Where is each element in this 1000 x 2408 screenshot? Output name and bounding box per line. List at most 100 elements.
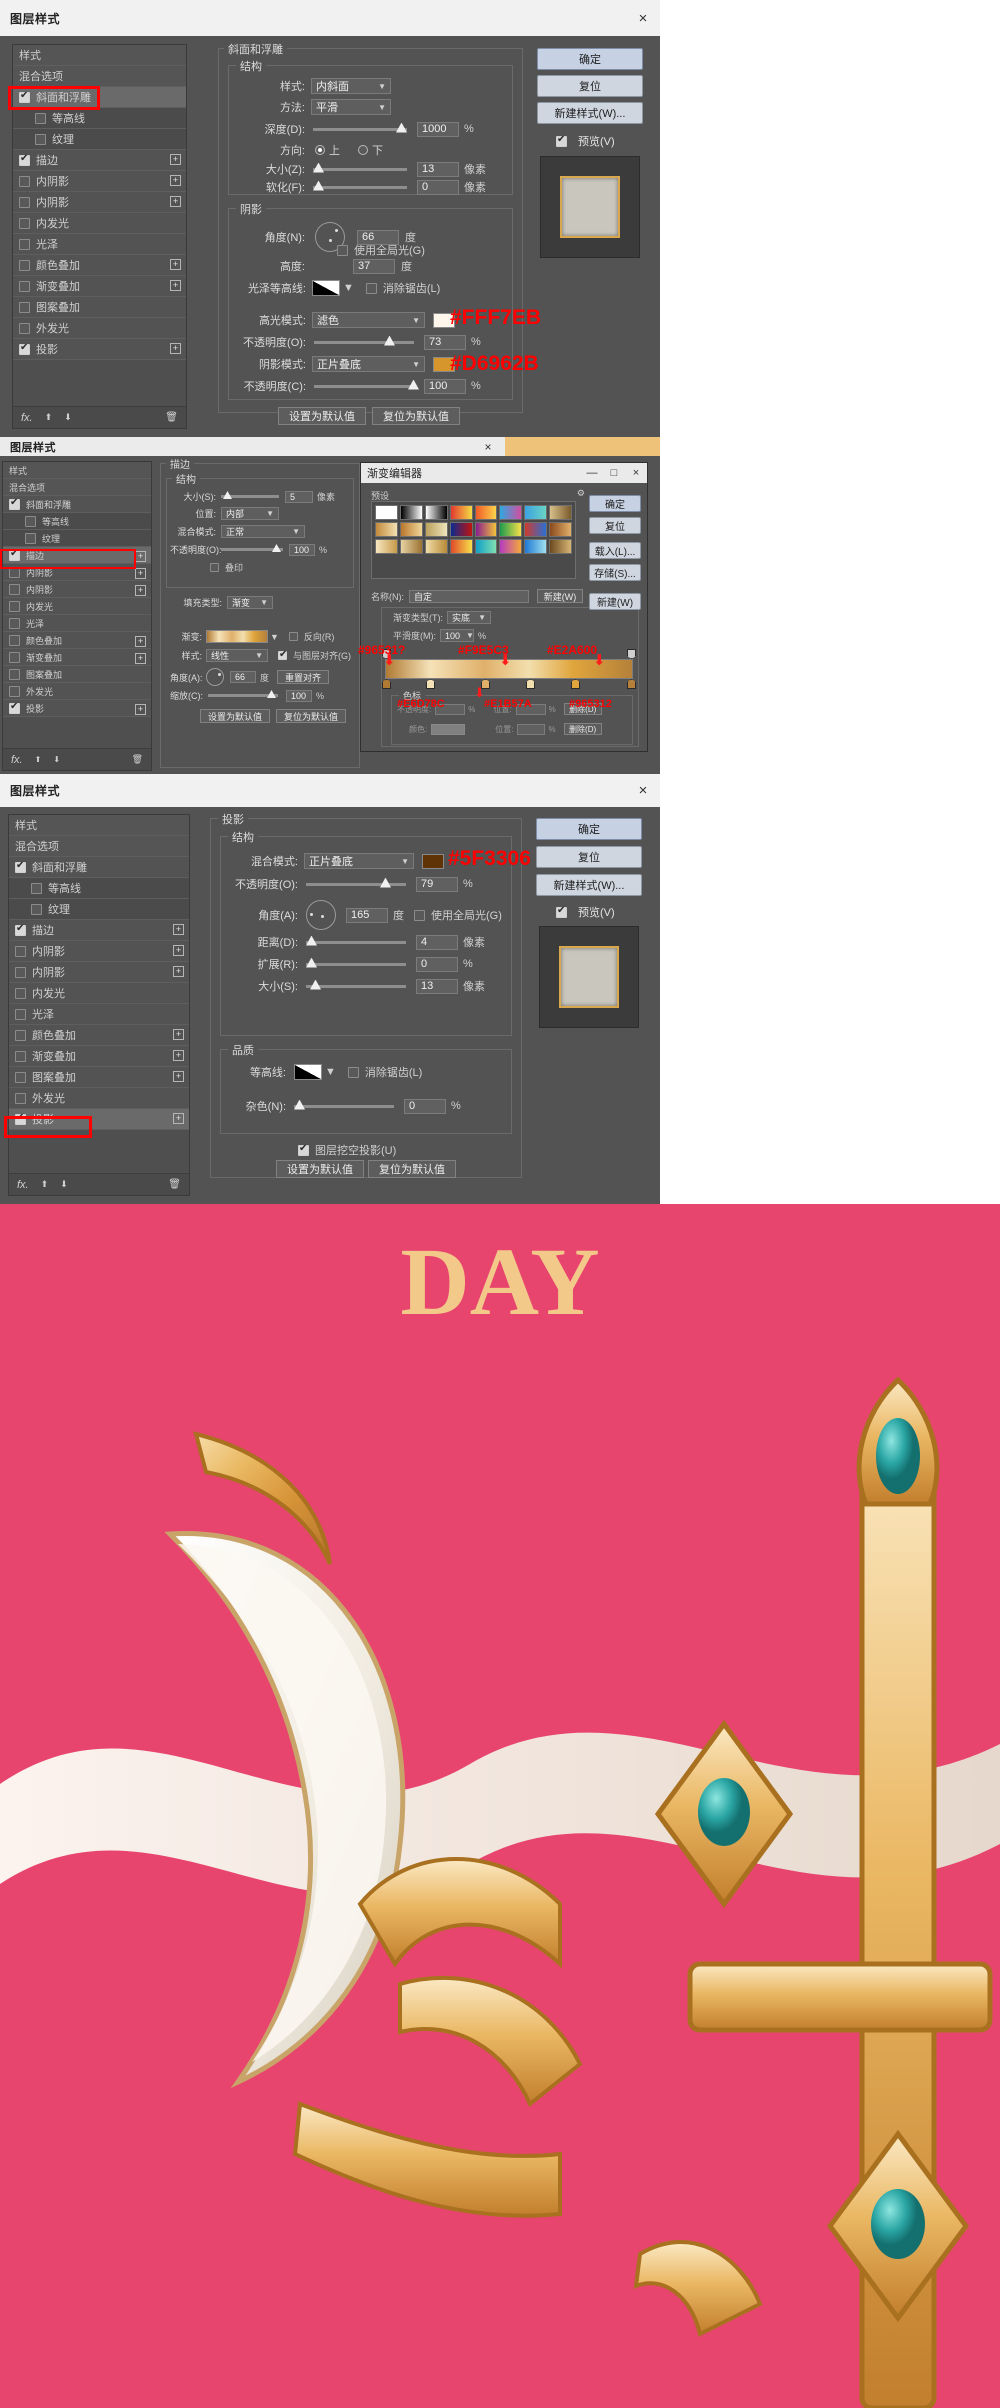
style-enable-checkbox[interactable] — [19, 238, 30, 250]
style-enable-checkbox[interactable] — [9, 701, 20, 714]
ok-button[interactable]: 确定 — [536, 818, 642, 840]
color-stop[interactable] — [382, 679, 391, 689]
style-list-item[interactable]: 光泽 — [3, 615, 151, 632]
chevron-down-icon[interactable]: ▼ — [270, 632, 279, 642]
style-list-item[interactable]: 斜面和浮雕 — [13, 87, 186, 108]
ok-button[interactable]: 确定 — [537, 48, 643, 70]
style-enable-checkbox[interactable] — [15, 945, 26, 957]
depth-value[interactable]: 1000 — [417, 121, 459, 137]
minimize-icon[interactable]: — — [581, 467, 603, 479]
stroke-size-slider[interactable] — [221, 491, 279, 499]
gradient-reset-button[interactable]: 复位 — [589, 517, 641, 534]
fx-icon[interactable]: fx. — [11, 754, 23, 766]
style-enable-checkbox[interactable] — [15, 1050, 26, 1062]
preview-checkbox-row[interactable]: 预览(V) — [556, 133, 615, 149]
ds-global-light-checkbox[interactable] — [414, 909, 425, 921]
style-enable-checkbox[interactable] — [19, 90, 30, 103]
move-up-icon[interactable]: ⬆ — [45, 412, 53, 423]
gradient-preview[interactable] — [206, 630, 268, 643]
style-list-item[interactable]: 样式 — [13, 45, 186, 66]
preview-checkbox[interactable] — [556, 905, 567, 918]
stroke-blend-select[interactable]: 正常 ▼ — [221, 525, 305, 538]
preview-checkbox[interactable] — [556, 134, 567, 147]
close-icon[interactable]: × — [625, 467, 647, 479]
stroke-position-select[interactable]: 内部 ▼ — [221, 507, 279, 520]
gradient-preset-swatch[interactable] — [549, 539, 572, 554]
style-enable-checkbox[interactable] — [15, 966, 26, 978]
new-preset-button[interactable]: 新建(W) — [537, 589, 583, 603]
highlight-opacity-value[interactable]: 73 — [424, 334, 466, 350]
style-list-item[interactable]: 渐变叠加 + — [13, 276, 186, 297]
style-list-item[interactable]: 内发光 — [13, 213, 186, 234]
size-slider[interactable] — [313, 162, 407, 173]
style-list-item[interactable]: 样式 — [9, 815, 189, 836]
add-effect-icon[interactable]: + — [173, 966, 184, 977]
reset-button[interactable]: 复位 — [536, 846, 642, 868]
soften-value[interactable]: 0 — [417, 179, 459, 195]
style-enable-checkbox[interactable] — [19, 196, 30, 208]
style-enable-checkbox[interactable] — [9, 583, 20, 595]
style-enable-checkbox[interactable] — [19, 322, 30, 334]
gloss-contour-preview[interactable] — [312, 280, 340, 296]
global-light-checkbox[interactable] — [337, 244, 348, 256]
shadow-mode-select[interactable]: 正片叠底 ▼ — [312, 356, 425, 372]
add-effect-icon[interactable]: + — [170, 154, 181, 165]
style-list-item[interactable]: 等高线 — [9, 878, 189, 899]
close-icon[interactable]: × — [471, 437, 505, 456]
highlight-mode-select[interactable]: 滤色 ▼ — [312, 312, 425, 328]
antialias-checkbox[interactable] — [365, 282, 377, 294]
add-effect-icon[interactable]: + — [173, 945, 184, 956]
fx-icon[interactable]: fx. — [17, 1179, 29, 1191]
gradient-preset-swatch[interactable] — [524, 505, 548, 520]
add-effect-icon[interactable]: + — [135, 653, 146, 664]
style-list-item[interactable]: 外发光 — [13, 318, 186, 339]
add-effect-icon[interactable]: + — [170, 175, 181, 186]
style-list-item[interactable]: 纹理 — [9, 899, 189, 920]
ds-angle-value[interactable]: 165 — [346, 907, 388, 923]
size-value[interactable]: 13 — [417, 161, 459, 177]
add-effect-icon[interactable]: + — [173, 1071, 184, 1082]
gradient-name-input[interactable]: 自定 — [409, 589, 529, 603]
close-icon[interactable]: × — [626, 0, 660, 36]
reverse-checkbox[interactable] — [288, 632, 298, 641]
style-list-item[interactable]: 颜色叠加 + — [13, 255, 186, 276]
ds-distance-value[interactable]: 4 — [416, 934, 458, 950]
style-enable-checkbox[interactable] — [35, 133, 46, 145]
altitude-value[interactable]: 37 — [353, 258, 395, 274]
color-stop[interactable] — [571, 679, 580, 689]
style-list-item[interactable]: 样式 — [3, 462, 151, 479]
style-enable-checkbox[interactable] — [9, 548, 20, 561]
style-list-item[interactable]: 等高线 — [13, 108, 186, 129]
style-enable-checkbox[interactable] — [19, 217, 30, 229]
gradient-preset-swatch[interactable] — [549, 522, 572, 537]
style-list-item[interactable]: 描边 + — [3, 547, 151, 564]
gradient-preset-swatch[interactable] — [424, 522, 448, 537]
close-icon[interactable]: × — [626, 774, 660, 807]
gradient-save-button[interactable]: 存储(S)... — [589, 564, 641, 581]
add-effect-icon[interactable]: + — [173, 1029, 184, 1040]
gradient-preset-swatch[interactable] — [399, 505, 423, 520]
style-list-item[interactable]: 纹理 — [13, 129, 186, 150]
style-enable-checkbox[interactable] — [9, 685, 20, 697]
gradient-preset-swatch[interactable] — [524, 522, 548, 537]
ds-size-slider[interactable] — [306, 979, 406, 990]
style-enable-checkbox[interactable] — [19, 301, 30, 313]
smoothness-input[interactable]: 100 ▼ — [440, 629, 474, 642]
style-list-item[interactable]: 图案叠加 — [13, 297, 186, 318]
style-enable-checkbox[interactable] — [19, 280, 30, 292]
highlight-opacity-slider[interactable] — [314, 335, 414, 346]
overprint-checkbox[interactable] — [210, 563, 219, 572]
direction-up-radio[interactable] — [315, 145, 325, 155]
ds-noise-slider[interactable] — [294, 1099, 394, 1110]
add-effect-icon[interactable]: + — [135, 704, 146, 715]
style-list-item[interactable]: 描边 + — [13, 150, 186, 171]
style-enable-checkbox[interactable] — [15, 1029, 26, 1041]
method-select[interactable]: 平滑 ▼ — [311, 99, 391, 115]
maximize-icon[interactable]: □ — [603, 467, 625, 479]
style-list-item[interactable]: 斜面和浮雕 — [9, 857, 189, 878]
color-stop[interactable] — [426, 679, 435, 689]
style-enable-checkbox[interactable] — [19, 259, 30, 271]
add-effect-icon[interactable]: + — [173, 1050, 184, 1061]
style-list-item[interactable]: 内阴影 + — [3, 581, 151, 598]
ds-antialias-checkbox[interactable] — [347, 1066, 359, 1078]
